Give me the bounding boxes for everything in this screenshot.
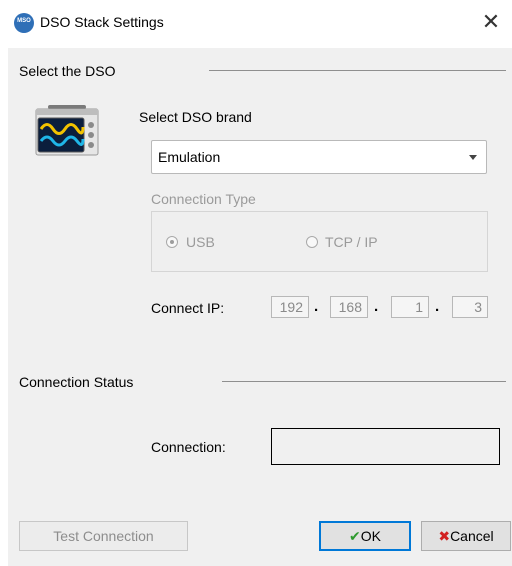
ip-octet-1[interactable]: 192	[271, 296, 309, 318]
radio-usb[interactable]: USB	[166, 234, 236, 250]
oscilloscope-icon	[33, 103, 101, 159]
radio-usb-button	[166, 236, 178, 248]
radio-tcp-ip[interactable]: TCP / IP	[306, 234, 396, 250]
close-button[interactable]: ✕	[479, 8, 503, 36]
connection-type-label: Connection Type	[151, 191, 256, 207]
cancel-button-label: Cancel	[450, 528, 494, 544]
section-divider-select-dso	[209, 70, 506, 71]
ip-separator: .	[435, 298, 440, 315]
radio-tcp-ip-label: TCP / IP	[325, 234, 378, 250]
brand-label: Select DSO brand	[139, 109, 252, 125]
radio-tcp-ip-button	[306, 236, 318, 248]
test-connection-button[interactable]: Test Connection	[19, 521, 188, 551]
section-divider-connection-status	[222, 381, 506, 382]
connect-ip-label: Connect IP:	[151, 300, 225, 316]
check-icon: ✔	[349, 528, 361, 544]
ip-separator: .	[374, 298, 379, 315]
section-title-connection-status: Connection Status	[19, 374, 134, 390]
dso-brand-select[interactable]: Emulation	[151, 140, 487, 174]
ip-octet-3[interactable]: 1	[391, 296, 429, 318]
connection-label: Connection:	[151, 439, 226, 455]
title-bar: MSO DSO Stack Settings ✕	[0, 0, 512, 48]
radio-usb-label: USB	[186, 234, 215, 250]
window-title: DSO Stack Settings	[40, 14, 164, 30]
ip-separator: .	[314, 298, 319, 315]
ok-button-label: OK	[360, 528, 381, 544]
section-title-select-dso: Select the DSO	[19, 63, 116, 79]
connection-status-field	[271, 428, 500, 465]
ip-octet-2[interactable]: 168	[330, 296, 368, 318]
close-icon: ✕	[481, 9, 501, 34]
app-icon-text: MSO	[17, 18, 31, 24]
ip-octet-4[interactable]: 3	[452, 296, 488, 318]
x-icon: ✖	[438, 528, 451, 544]
ok-button[interactable]: ✔OK	[319, 521, 411, 551]
chevron-down-icon	[469, 155, 477, 160]
app-icon: MSO	[14, 13, 34, 33]
dso-brand-value: Emulation	[158, 149, 221, 165]
cancel-button[interactable]: ✖Cancel	[421, 521, 511, 551]
